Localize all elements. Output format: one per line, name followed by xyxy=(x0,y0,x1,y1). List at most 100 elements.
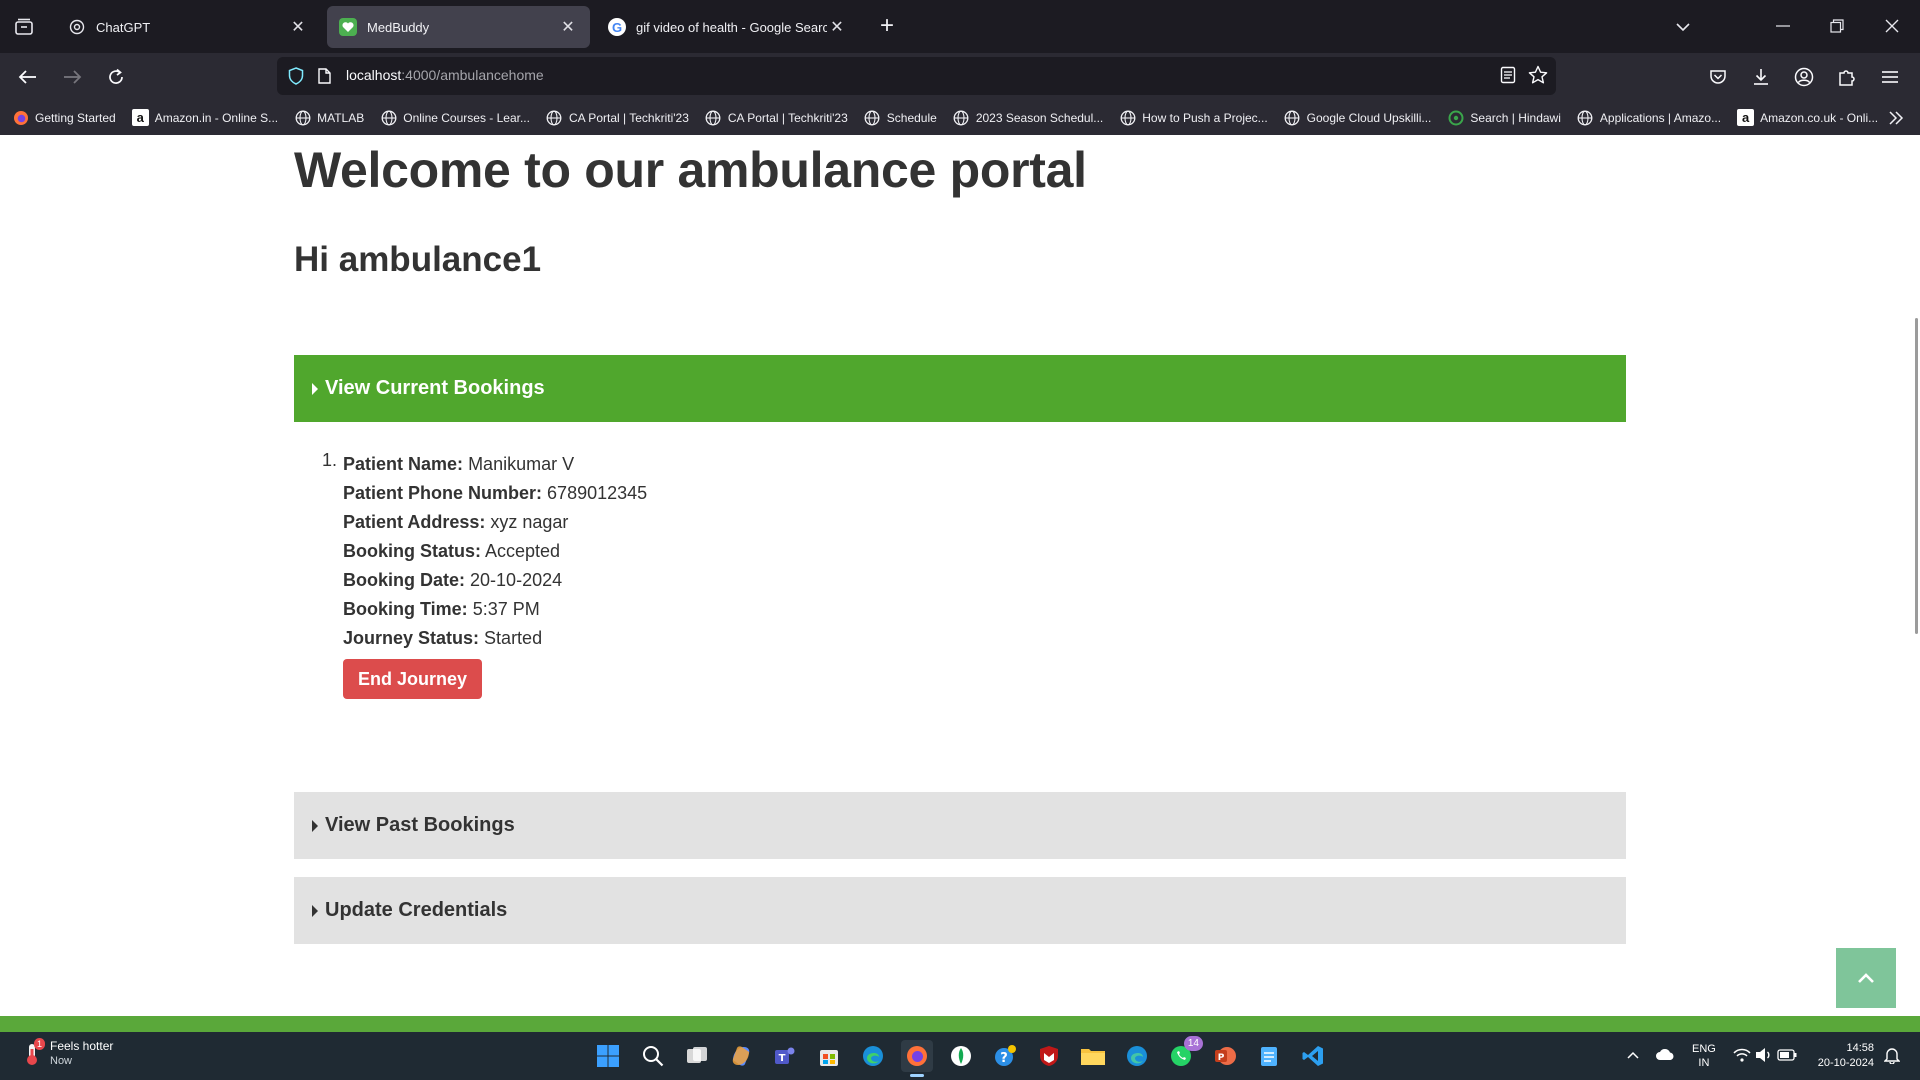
tab-chatgpt[interactable]: ChatGPT ✕ xyxy=(56,6,320,48)
chevron-up-icon xyxy=(1858,973,1874,983)
tab-google-search[interactable]: G gif video of health - Google Search ✕ xyxy=(596,6,859,48)
page-icon[interactable] xyxy=(314,66,334,86)
search-icon[interactable] xyxy=(637,1040,669,1072)
system-clock[interactable]: 14:58 20-10-2024 xyxy=(1810,1041,1874,1071)
close-icon[interactable]: ✕ xyxy=(558,17,578,37)
bookmark-label: Search | Hindawi xyxy=(1470,110,1561,125)
field-value: 6789012345 xyxy=(547,483,648,503)
pocket-icon[interactable] xyxy=(1702,61,1734,93)
copilot-icon[interactable] xyxy=(725,1040,757,1072)
language-code: ENG xyxy=(1692,1043,1716,1055)
chevron-down-icon[interactable] xyxy=(1670,14,1696,40)
amazon-icon: a xyxy=(1737,109,1755,126)
shield-icon[interactable] xyxy=(286,66,306,86)
bookmark-item[interactable]: 2023 Season Schedul... xyxy=(953,109,1103,126)
edge-dev-icon[interactable] xyxy=(1121,1040,1153,1072)
extensions-icon[interactable] xyxy=(1831,61,1863,93)
bookmark-item[interactable]: How to Push a Projec... xyxy=(1119,109,1268,126)
close-icon[interactable]: ✕ xyxy=(288,17,308,37)
microsoft-store-icon[interactable] xyxy=(813,1040,845,1072)
current-bookings-toggle[interactable]: View Current Bookings xyxy=(294,355,1626,422)
field-label: Booking Date: xyxy=(343,570,466,590)
mcafee-icon[interactable] xyxy=(1033,1040,1065,1072)
forward-icon[interactable] xyxy=(56,61,88,93)
scrollbar[interactable] xyxy=(1915,318,1918,634)
weather-widget[interactable]: 1 Feels hotter Now xyxy=(18,1038,113,1069)
back-icon[interactable] xyxy=(12,61,44,93)
reader-mode-icon[interactable] xyxy=(1500,66,1516,89)
tab-medbuddy[interactable]: MedBuddy ✕ xyxy=(327,6,590,48)
browser-tab-bar: ChatGPT ✕ MedBuddy ✕ G gif video of heal… xyxy=(0,0,1920,53)
teams-icon[interactable]: T xyxy=(769,1040,801,1072)
bookmark-label: Schedule xyxy=(886,110,937,125)
reload-icon[interactable] xyxy=(100,61,132,93)
bookmark-item[interactable]: MATLAB xyxy=(294,109,364,126)
scroll-to-top-button[interactable] xyxy=(1836,948,1896,1008)
update-credentials-toggle[interactable]: Update Credentials xyxy=(294,877,1626,944)
bookmark-label: Amazon.co.uk - Onli... xyxy=(1760,110,1879,125)
input-language[interactable]: ENG IN xyxy=(1692,1042,1716,1070)
bookmark-item[interactable]: Applications | Amazo... xyxy=(1577,109,1721,126)
end-journey-button[interactable]: End Journey xyxy=(343,659,482,699)
wifi-icon[interactable] xyxy=(1733,1048,1751,1067)
window-close-icon[interactable] xyxy=(1875,10,1909,42)
bookmark-item[interactable]: Search | Hindawi xyxy=(1447,109,1561,126)
address-bar[interactable]: localhost:4000/ambulancehome xyxy=(277,57,1556,95)
page-content: Welcome to our ambulance portal Hi ambul… xyxy=(0,135,1920,1032)
mongodb-compass-icon[interactable] xyxy=(945,1040,977,1072)
bookmark-item[interactable]: Google Cloud Upskilli... xyxy=(1284,109,1431,126)
bookmark-item[interactable]: a Amazon.co.uk - Onli... xyxy=(1737,109,1878,126)
windows-start-icon[interactable] xyxy=(592,1040,624,1072)
past-bookings-toggle[interactable]: View Past Bookings xyxy=(294,792,1626,859)
close-icon[interactable]: ✕ xyxy=(827,17,847,37)
caret-right-icon xyxy=(312,904,318,917)
chevron-up-icon[interactable] xyxy=(1626,1042,1640,1065)
bookmark-item[interactable]: Online Courses - Lear... xyxy=(380,109,530,126)
notification-bell-icon[interactable] xyxy=(1883,1046,1901,1069)
greeting-heading: Hi ambulance1 xyxy=(294,240,542,279)
os-taskbar: 1 Feels hotter Now T ? 14 P ENG IN 14:58… xyxy=(0,1032,1920,1080)
new-tab-button[interactable]: + xyxy=(873,12,901,40)
volume-icon[interactable] xyxy=(1755,1047,1773,1068)
globe-icon xyxy=(1284,109,1301,126)
firefox-taskbar-icon[interactable] xyxy=(901,1040,933,1077)
bookmark-item[interactable]: Schedule xyxy=(864,109,937,126)
field-label: Patient Phone Number: xyxy=(343,483,543,503)
whatsapp-icon[interactable]: 14 xyxy=(1165,1036,1203,1072)
bookmark-label: Getting Started xyxy=(35,110,116,125)
bookmark-item[interactable]: CA Portal | Techkriti'23 xyxy=(546,109,689,126)
chatgpt-icon xyxy=(68,18,86,36)
vscode-icon[interactable] xyxy=(1297,1040,1329,1072)
task-view-icon[interactable] xyxy=(681,1040,713,1072)
battery-icon[interactable] xyxy=(1777,1048,1797,1066)
download-icon[interactable] xyxy=(1745,61,1777,93)
restore-icon[interactable] xyxy=(1820,10,1854,42)
booking-details: Patient Name: Manikumar V Patient Phone … xyxy=(343,450,647,699)
powerpoint-icon[interactable]: P xyxy=(1209,1040,1241,1072)
field-label: Booking Time: xyxy=(343,599,468,619)
bookmark-label: Applications | Amazo... xyxy=(1599,110,1722,125)
firefox-icon xyxy=(12,109,29,126)
navigation-toolbar: localhost:4000/ambulancehome xyxy=(0,53,1920,100)
field-value: 20-10-2024 xyxy=(470,570,563,590)
notepad-icon[interactable] xyxy=(1253,1040,1285,1072)
help-icon[interactable]: ? xyxy=(989,1040,1021,1072)
onedrive-icon[interactable] xyxy=(1655,1047,1675,1066)
bookmark-label: CA Portal | Techkriti'23 xyxy=(568,110,689,125)
svg-text:P: P xyxy=(1218,1053,1225,1063)
chevron-double-right-icon[interactable] xyxy=(1884,106,1908,130)
account-icon[interactable] xyxy=(1788,61,1820,93)
field-label: Patient Address: xyxy=(343,512,486,532)
file-explorer-icon[interactable] xyxy=(1077,1040,1109,1072)
menu-icon[interactable] xyxy=(1874,61,1906,93)
bookmark-label: 2023 Season Schedul... xyxy=(975,110,1104,125)
bookmark-item[interactable]: CA Portal | Techkriti'23 xyxy=(705,109,848,126)
bookmark-item[interactable]: Getting Started xyxy=(12,109,116,126)
minimize-icon[interactable] xyxy=(1766,10,1800,42)
bookmark-star-icon[interactable] xyxy=(1528,65,1548,90)
patient-address-row: Patient Address: xyz nagar xyxy=(343,508,647,537)
tab-list-icon[interactable] xyxy=(10,14,38,40)
edge-icon[interactable] xyxy=(857,1040,889,1072)
bookmark-item[interactable]: a Amazon.in - Online S... xyxy=(131,109,278,126)
field-label: Journey Status: xyxy=(343,628,480,648)
